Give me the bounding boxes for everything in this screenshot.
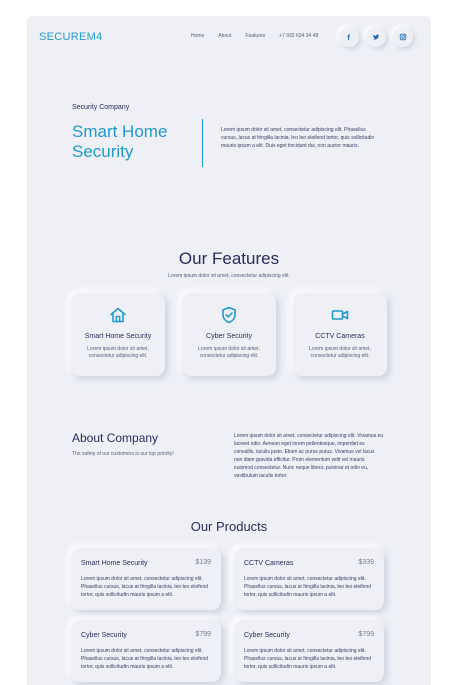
product-card[interactable]: Cyber Security $799 Lorem ipsum dolor si… xyxy=(71,620,221,682)
about-description: Lorem ipsum dolor sit amet, consectetur … xyxy=(234,433,384,479)
hero-eyebrow: Security Company xyxy=(72,104,130,111)
facebook-icon xyxy=(347,34,351,41)
nav-link-about[interactable]: About xyxy=(218,33,231,39)
feature-card-cctv[interactable]: CCTV Cameras Lorem ipsum dolor sit amet,… xyxy=(293,293,387,376)
about-title: About Company xyxy=(72,431,159,445)
product-name: Cyber Security xyxy=(244,632,290,639)
feature-text: Lorem ipsum dolor sit amet, consectetur … xyxy=(309,346,371,359)
product-name: Cyber Security xyxy=(81,632,127,639)
nav-link-home[interactable]: Home xyxy=(191,33,204,39)
feature-card-smart-home[interactable]: Smart Home Security Lorem ipsum dolor si… xyxy=(71,293,165,376)
product-card[interactable]: Cyber Security $799 Lorem ipsum dolor si… xyxy=(234,620,384,682)
facebook-button[interactable] xyxy=(339,27,359,47)
twitter-button[interactable] xyxy=(366,27,386,47)
brand-logo[interactable]: SECUREM4 xyxy=(39,31,103,43)
nav-link-features[interactable]: Features xyxy=(245,33,265,39)
hero-description: Lorem ipsum dolor sit amet, consectetur … xyxy=(221,127,375,149)
instagram-icon xyxy=(399,33,407,41)
hero-title-line-1: Smart Home xyxy=(72,122,168,141)
hero-divider xyxy=(202,119,203,167)
feature-text: Lorem ipsum dolor sit amet, consectetur … xyxy=(198,346,260,359)
feature-title: Cyber Security xyxy=(206,333,252,340)
hero-title-line-2: Security xyxy=(72,142,134,161)
features-title: Our Features xyxy=(178,249,280,268)
product-card[interactable]: CCTV Cameras $339 Lorem ipsum dolor sit … xyxy=(234,548,384,610)
product-price: $799 xyxy=(195,631,211,638)
feature-title: Smart Home Security xyxy=(84,333,152,340)
shield-check-icon xyxy=(222,306,236,324)
feature-title: CCTV Cameras xyxy=(315,333,365,340)
twitter-icon xyxy=(372,34,380,40)
product-description: Lorem ipsum dolor sit amet, consectetur … xyxy=(81,576,209,598)
about-subtitle: The safety of our customers is our top p… xyxy=(72,451,174,457)
product-price: $339 xyxy=(358,559,374,566)
products-title: Our Products xyxy=(190,519,268,534)
product-card[interactable]: Smart Home Security $139 Lorem ipsum dol… xyxy=(71,548,221,610)
product-description: Lorem ipsum dolor sit amet, consectetur … xyxy=(244,648,372,670)
product-description: Lorem ipsum dolor sit amet, consectetur … xyxy=(81,648,209,670)
product-name: CCTV Cameras xyxy=(244,560,294,567)
product-price: $799 xyxy=(358,631,374,638)
product-name: Smart Home Security xyxy=(81,560,148,567)
feature-card-cyber-security[interactable]: Cyber Security Lorem ipsum dolor sit ame… xyxy=(182,293,276,376)
page-container: SECUREM4 Home About Features +7 932 634 … xyxy=(27,16,431,685)
features-subtitle: Lorem ipsum dolor sit amet, consectetur … xyxy=(168,273,290,279)
product-description: Lorem ipsum dolor sit amet, consectetur … xyxy=(244,576,372,598)
phone-number[interactable]: +7 932 634 34 48 xyxy=(279,33,318,39)
video-camera-icon xyxy=(331,310,349,320)
product-price: $139 xyxy=(195,559,211,566)
feature-text: Lorem ipsum dolor sit amet, consectetur … xyxy=(87,346,149,359)
hero-title: Smart Home Security xyxy=(72,122,212,162)
main-nav: Home About Features +7 932 634 34 48 xyxy=(191,33,318,39)
instagram-button[interactable] xyxy=(393,27,413,47)
home-icon xyxy=(110,307,126,323)
